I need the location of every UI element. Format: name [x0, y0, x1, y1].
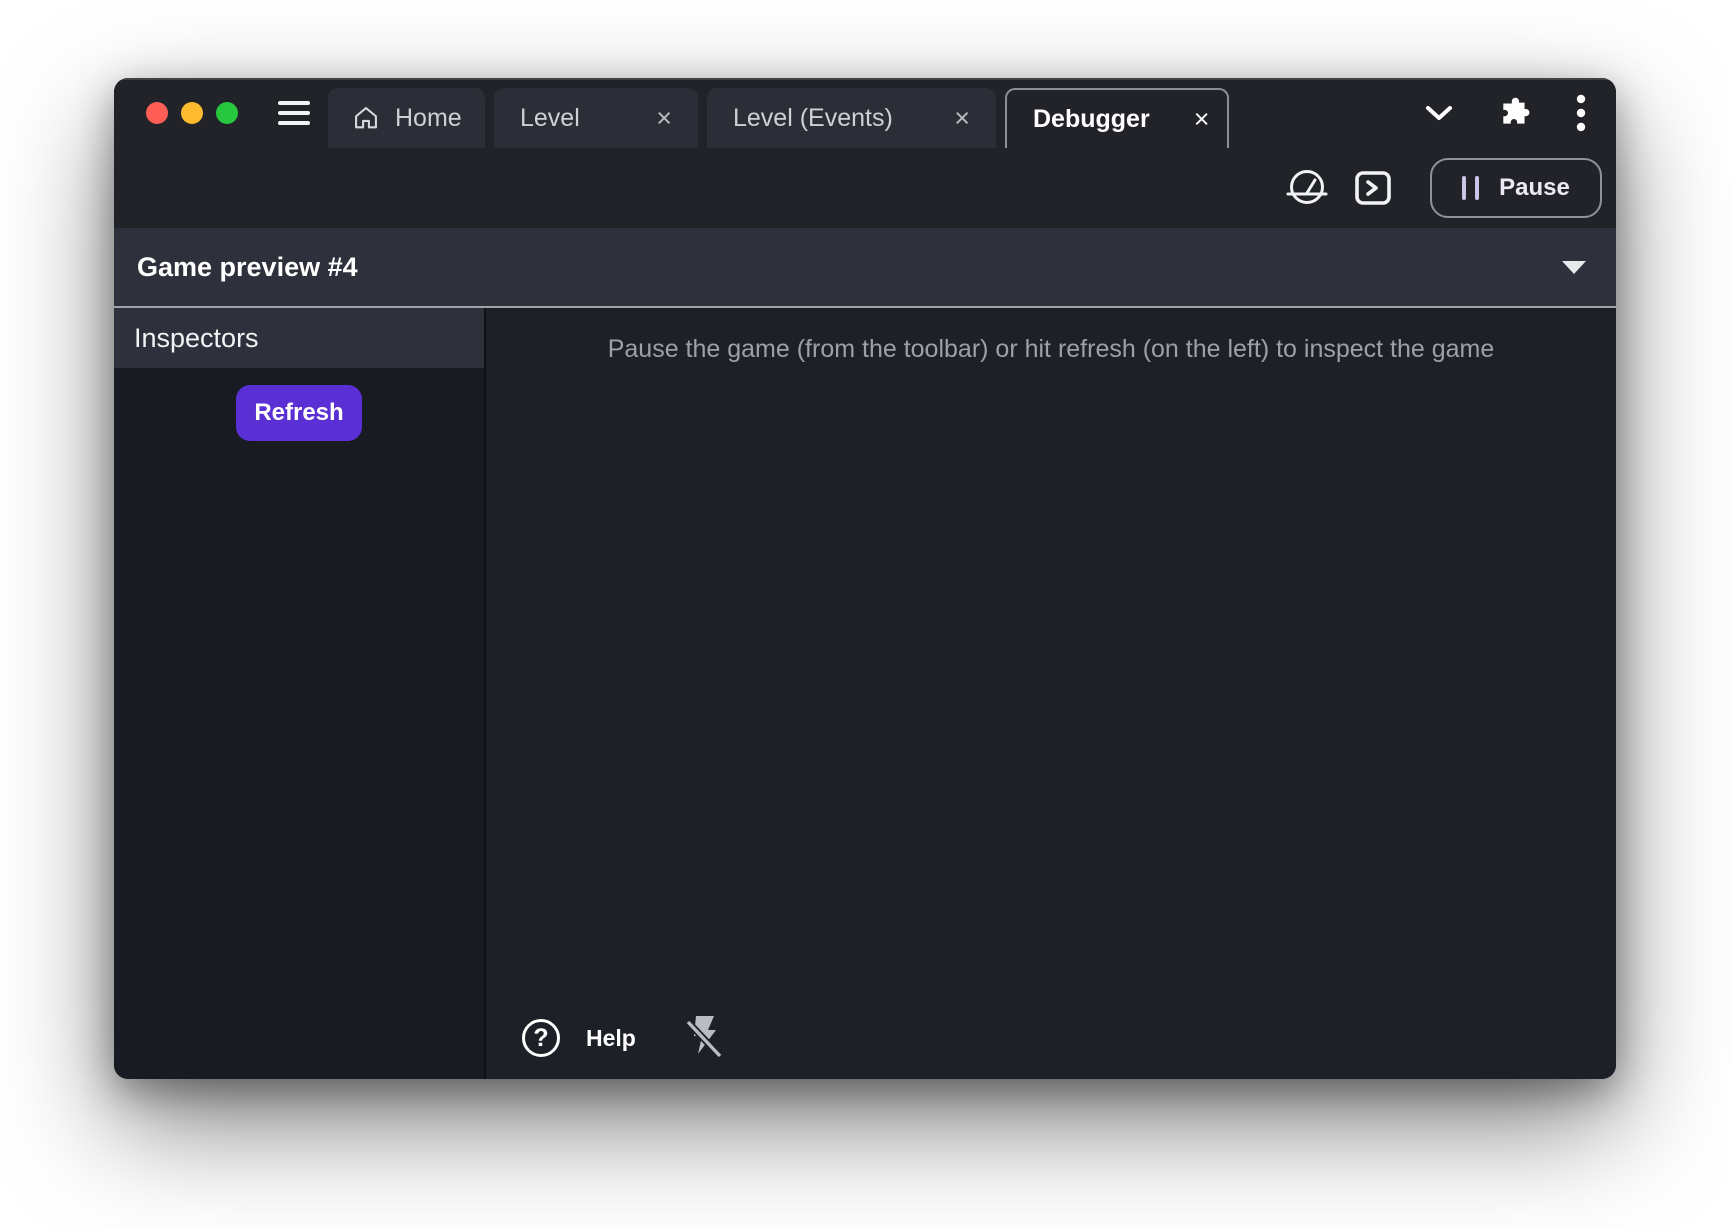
debugger-toolbar: Pause — [114, 148, 1616, 228]
pause-button-label: Pause — [1499, 174, 1570, 202]
refresh-button-container: Refresh — [114, 368, 484, 441]
help-bar: ? Help — [486, 1005, 1616, 1071]
tab-level-events-label: Level (Events) — [733, 104, 893, 133]
tab-home-label: Home — [395, 104, 462, 133]
zoom-window-button[interactable] — [216, 102, 238, 124]
tab-level[interactable]: Level × — [494, 88, 698, 148]
kebab-menu-icon[interactable] — [1576, 94, 1586, 132]
pause-button[interactable]: Pause — [1430, 158, 1602, 218]
desktop-background: Home Level × Level (Events) × Debugger × — [0, 0, 1730, 1228]
close-tab-icon[interactable]: × — [954, 105, 970, 132]
tab-level-events[interactable]: Level (Events) × — [707, 88, 996, 148]
help-icon[interactable]: ? — [522, 1019, 560, 1057]
titlebar-actions — [1424, 94, 1616, 132]
close-tab-icon[interactable]: × — [1194, 106, 1210, 133]
empty-area — [486, 364, 1616, 1005]
home-icon — [352, 104, 380, 132]
dropdown-arrow-icon[interactable] — [1562, 261, 1586, 274]
titlebar: Home Level × Level (Events) × Debugger × — [114, 78, 1616, 148]
debugger-window: Home Level × Level (Events) × Debugger × — [114, 78, 1616, 1079]
tab-level-label: Level — [520, 104, 580, 133]
tab-debugger[interactable]: Debugger × — [1005, 88, 1229, 148]
minimize-window-button[interactable] — [181, 102, 203, 124]
debugger-content: Inspectors Refresh Pause the game (from … — [114, 308, 1616, 1079]
extensions-puzzle-icon[interactable] — [1498, 96, 1532, 130]
refresh-button[interactable]: Refresh — [236, 385, 362, 441]
inspect-hint-message: Pause the game (from the toolbar) or hit… — [486, 308, 1616, 364]
tab-home[interactable]: Home — [328, 88, 485, 148]
help-label[interactable]: Help — [586, 1025, 636, 1052]
inspector-main-panel: Pause the game (from the toolbar) or hit… — [486, 308, 1616, 1079]
close-window-button[interactable] — [146, 102, 168, 124]
flash-off-icon[interactable] — [684, 1014, 724, 1062]
console-icon[interactable] — [1352, 167, 1394, 209]
profiler-gauge-icon[interactable] — [1284, 165, 1330, 211]
hamburger-menu-icon[interactable] — [278, 101, 310, 125]
tab-strip: Home Level × Level (Events) × Debugger × — [328, 78, 1229, 148]
inspectors-header: Inspectors — [114, 308, 484, 368]
traffic-lights — [146, 102, 238, 124]
tab-debugger-label: Debugger — [1033, 105, 1150, 134]
game-preview-title: Game preview #4 — [137, 252, 358, 283]
pause-icon — [1462, 176, 1479, 200]
close-tab-icon[interactable]: × — [656, 105, 672, 132]
game-preview-header[interactable]: Game preview #4 — [114, 228, 1616, 308]
inspectors-sidebar: Inspectors Refresh — [114, 308, 486, 1079]
chevron-down-icon[interactable] — [1424, 104, 1454, 122]
